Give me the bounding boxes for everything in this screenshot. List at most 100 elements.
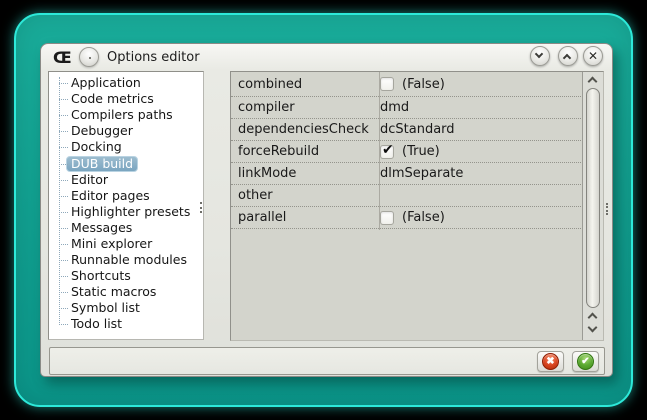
tree-branch-icon: [59, 292, 68, 294]
property-name: other: [238, 188, 273, 203]
sidebar-item-todo-list[interactable]: Todo list: [49, 316, 203, 332]
sidebar-item-debugger[interactable]: Debugger: [49, 123, 203, 139]
scroll-up-button-bottom[interactable]: [583, 310, 603, 323]
tree-branch-icon: [59, 324, 68, 326]
property-value[interactable]: dmd: [372, 100, 583, 115]
property-row-compiler[interactable]: compiler dmd: [231, 97, 583, 119]
close-button[interactable]: ✕: [583, 46, 603, 66]
property-name: compiler: [238, 100, 295, 115]
sidebar-item-code-metrics[interactable]: Code metrics: [49, 91, 203, 107]
scroll-up-button[interactable]: [583, 74, 603, 87]
text-value-label: dlmSeparate: [380, 166, 464, 181]
tree-branch-icon: [59, 179, 68, 181]
checkbox-combined[interactable]: [380, 77, 394, 91]
screenshot-stage: Œ Options editor ✕ Application Code metri…: [0, 0, 647, 420]
cancel-cross-icon: ✖: [542, 353, 559, 370]
property-value[interactable]: (False): [372, 210, 583, 225]
tree-branch-icon: [59, 308, 68, 310]
bool-value-label: (True): [402, 144, 440, 159]
menu-dot-icon: [89, 57, 91, 59]
app-logo-icon: Œ: [53, 48, 72, 67]
chevron-up-icon: [562, 53, 572, 63]
sidebar-item-docking[interactable]: Docking: [49, 139, 203, 155]
column-divider[interactable]: [379, 72, 380, 230]
sidebar-item-label: Debugger: [71, 123, 133, 139]
splitter-handle[interactable]: [199, 71, 227, 340]
sidebar-item-label: Code metrics: [71, 91, 154, 107]
splitter-grip-icon: [200, 202, 202, 213]
window-menu-button[interactable]: [79, 47, 99, 67]
tree-branch-icon: [59, 147, 68, 149]
property-row-forceRebuild[interactable]: forceRebuild ✔ (True): [231, 141, 583, 163]
bool-value-label: (False): [402, 76, 445, 92]
sidebar-item-label: Editor: [71, 171, 108, 187]
sidebar-item-highlighter-presets[interactable]: Highlighter presets: [49, 204, 203, 220]
sidebar-item-label: Symbol list: [71, 300, 140, 316]
bool-value-label: (False): [402, 210, 445, 225]
sidebar-item-label: Static macros: [71, 284, 157, 300]
property-name: dependenciesCheck: [238, 122, 369, 137]
sidebar-item-messages[interactable]: Messages: [49, 220, 203, 236]
scroll-down-button[interactable]: [583, 322, 603, 336]
property-name: forceRebuild: [238, 144, 320, 159]
ok-check-icon: ✔: [577, 353, 594, 370]
sidebar-item-label: Runnable modules: [71, 252, 187, 268]
tree-branch-icon: [59, 83, 68, 85]
property-row-dependenciesCheck[interactable]: dependenciesCheck dcStandard: [231, 119, 583, 141]
property-row-linkMode[interactable]: linkMode dlmSeparate: [231, 163, 583, 185]
sidebar-item-label: Application: [71, 75, 141, 91]
sidebar-item-static-macros[interactable]: Static macros: [49, 284, 203, 300]
cancel-button[interactable]: ✖: [537, 351, 564, 372]
minimize-button[interactable]: [530, 46, 550, 66]
property-value[interactable]: dlmSeparate: [372, 166, 583, 181]
sidebar-item-shortcuts[interactable]: Shortcuts: [49, 268, 203, 284]
options-editor-window: Œ Options editor ✕ Application Code metri…: [40, 43, 613, 377]
property-name: linkMode: [238, 166, 297, 181]
close-icon: ✕: [587, 49, 599, 63]
sidebar-item-dub-build[interactable]: DUB build: [49, 155, 203, 172]
sidebar-item-compilers-paths[interactable]: Compilers paths: [49, 107, 203, 123]
sidebar-item-symbol-list[interactable]: Symbol list: [49, 300, 203, 316]
sidebar-item-label: Shortcuts: [71, 268, 131, 284]
vertical-scrollbar[interactable]: [582, 72, 603, 340]
property-value[interactable]: ✔ (True): [372, 141, 583, 159]
sidebar-item-label: Mini explorer: [71, 235, 153, 251]
property-grid: combined (False) compiler dmd dependenciesCh…: [230, 71, 604, 341]
chevron-down-icon: [587, 322, 598, 333]
chevron-down-icon: [534, 49, 544, 59]
property-row-parallel[interactable]: parallel (False): [231, 207, 583, 229]
window-edge-grip[interactable]: [606, 203, 608, 215]
desktop-background: Œ Options editor ✕ Application Code metri…: [14, 13, 633, 407]
titlebar[interactable]: Œ Options editor ✕: [41, 44, 612, 71]
text-value-label: dmd: [380, 100, 410, 115]
text-value-label: dcStandard: [380, 122, 455, 137]
scrollbar-thumb[interactable]: [586, 88, 600, 308]
tree-branch-icon: [59, 115, 68, 117]
category-tree: Application Code metrics Compilers paths De…: [48, 71, 204, 340]
tree-branch-icon: [59, 99, 68, 101]
window-title: Options editor: [107, 50, 200, 65]
property-row-combined[interactable]: combined (False): [231, 72, 583, 97]
ok-button[interactable]: ✔: [572, 351, 599, 372]
property-row-other[interactable]: other: [231, 185, 583, 207]
checkbox-parallel[interactable]: [380, 210, 394, 225]
checkmark-icon: ✔: [382, 141, 394, 158]
tree-branch-icon: [59, 211, 68, 213]
tree-branch-icon: [59, 195, 68, 197]
sidebar-item-editor[interactable]: Editor: [49, 172, 203, 188]
sidebar-item-label: Compilers paths: [71, 107, 173, 123]
sidebar-item-runnable-modules[interactable]: Runnable modules: [49, 252, 203, 268]
sidebar-item-mini-explorer[interactable]: Mini explorer: [49, 236, 203, 252]
sidebar-item-label: DUB build: [66, 155, 139, 172]
sidebar-item-editor-pages[interactable]: Editor pages: [49, 188, 203, 204]
chevron-up-icon: [587, 312, 598, 323]
tree-branch-icon: [59, 227, 68, 229]
property-value[interactable]: (False): [372, 77, 583, 92]
footer-bar: ✖ ✔: [49, 347, 605, 375]
property-value[interactable]: dcStandard: [372, 122, 583, 137]
sidebar-item-application[interactable]: Application: [49, 75, 203, 91]
property-name: parallel: [238, 210, 287, 225]
tree-branch-icon: [59, 163, 68, 165]
maximize-button[interactable]: [558, 46, 578, 66]
checkbox-forceRebuild[interactable]: ✔: [380, 141, 394, 159]
